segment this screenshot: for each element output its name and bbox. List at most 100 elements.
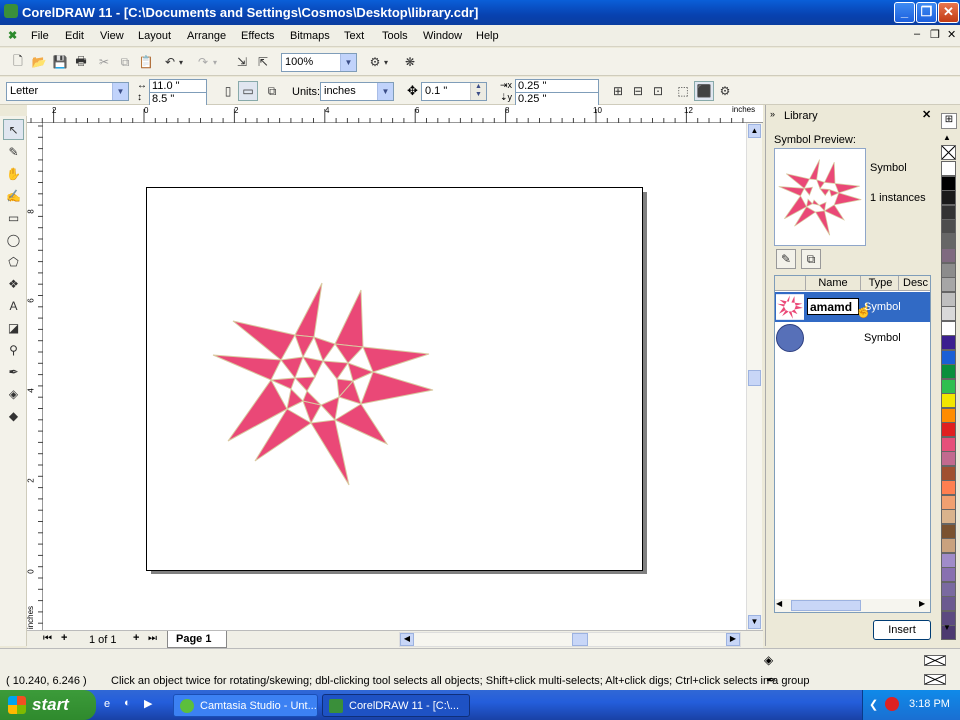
snap-to-objects-icon[interactable]: ⊡ <box>648 81 668 101</box>
interactive-fill-tool-icon[interactable]: ◆ <box>3 405 24 426</box>
menu-file[interactable]: File <box>31 30 49 42</box>
color-swatch[interactable] <box>941 494 956 510</box>
menu-bitmaps[interactable]: Bitmaps <box>290 30 330 42</box>
color-swatch[interactable] <box>941 233 956 249</box>
print-icon[interactable]: 🖶 <box>71 52 91 72</box>
color-swatch[interactable] <box>941 422 956 437</box>
star-symbol[interactable] <box>203 273 443 493</box>
undo-dropdown-icon[interactable]: ▾ <box>176 52 186 72</box>
color-swatch[interactable] <box>941 204 956 220</box>
color-swatch[interactable] <box>941 320 956 336</box>
scroll-down-icon[interactable]: ▼ <box>748 615 761 629</box>
scroll-thumb[interactable] <box>748 370 761 386</box>
quicklaunch-ie-icon[interactable]: e <box>104 698 110 710</box>
color-swatch[interactable] <box>941 581 956 597</box>
docker-collapse-icon[interactable]: » <box>770 109 775 119</box>
page-height-input[interactable]: 8.5 " <box>149 92 207 106</box>
hand-tool-icon[interactable]: ✋ <box>3 163 24 184</box>
color-swatch[interactable] <box>941 175 956 191</box>
restore-button[interactable]: ❐ <box>916 2 937 23</box>
coreldraw-app-icon[interactable] <box>4 4 18 18</box>
units-select[interactable]: inches ▼ <box>320 82 394 101</box>
last-page-icon[interactable]: ⏭ <box>148 633 157 644</box>
portrait-icon[interactable]: ▯ <box>218 81 238 101</box>
list-scrollbar[interactable]: ◀ ▶ <box>775 599 930 612</box>
duplicate-x-input[interactable]: 0.25 " <box>515 79 599 93</box>
color-swatch[interactable] <box>941 277 956 292</box>
export-icon[interactable]: ⇱ <box>253 52 273 72</box>
color-swatch[interactable] <box>941 378 956 394</box>
docker-close-icon[interactable]: ✕ <box>922 108 931 121</box>
nudge-offset-input[interactable]: 0.1 " ▲ ▼ <box>421 82 487 101</box>
quicklaunch-media-icon[interactable]: ▶ <box>144 697 152 710</box>
eyedropper-tool-icon[interactable]: ⚲ <box>3 339 24 360</box>
freehand-tool-icon[interactable]: ✍ <box>3 185 24 206</box>
paste-icon[interactable]: 📋 <box>136 52 156 72</box>
color-swatch[interactable] <box>941 538 956 553</box>
shape-tool-icon[interactable]: ✎ <box>3 141 24 162</box>
menu-layout[interactable]: Layout <box>138 30 171 42</box>
import-icon[interactable]: ⇲ <box>232 52 252 72</box>
palette-scroll-down-icon[interactable]: ▼ <box>943 623 951 632</box>
landscape-icon[interactable]: ▭ <box>238 81 258 101</box>
list-item[interactable]: Symbol <box>775 323 930 353</box>
add-page-before-icon[interactable]: + <box>61 632 67 644</box>
doc-minimize-icon[interactable]: – <box>914 28 920 40</box>
start-button[interactable]: start <box>0 690 96 720</box>
new-icon[interactable]: 🗋 <box>8 52 28 72</box>
quicklaunch-desktop-icon[interactable]: ◐ <box>124 697 131 709</box>
color-swatch[interactable] <box>941 306 956 321</box>
color-swatch[interactable] <box>941 190 956 205</box>
menu-edit[interactable]: Edit <box>65 30 84 42</box>
color-swatch[interactable] <box>941 596 956 611</box>
fill-indicator-icon[interactable]: ◈ <box>764 653 773 667</box>
doc-restore-icon[interactable]: ❐ <box>930 28 940 41</box>
page-width-input[interactable]: 11.0 " <box>149 79 207 93</box>
document-icon[interactable]: ✖ <box>8 29 17 42</box>
no-fill-swatch[interactable] <box>941 145 956 160</box>
column-type[interactable]: Type <box>863 276 899 291</box>
column-name[interactable]: Name <box>805 276 861 291</box>
color-swatch[interactable] <box>941 523 956 539</box>
menu-tools[interactable]: Tools <box>382 30 408 42</box>
first-page-icon[interactable]: ⏮ <box>43 633 52 644</box>
minimize-button[interactable]: _ <box>894 2 915 23</box>
scroll-left-icon[interactable]: ◀ <box>776 599 782 608</box>
color-swatch[interactable] <box>941 248 956 263</box>
color-swatch[interactable] <box>941 349 956 365</box>
tab-page-1[interactable]: Page 1 <box>167 631 227 648</box>
insert-button[interactable]: Insert <box>873 620 931 640</box>
horizontal-ruler[interactable]: 2 0 2 4 6 8 10 12 inches <box>27 105 763 123</box>
horizontal-scrollbar[interactable]: ◀ ▶ <box>399 632 741 647</box>
scroll-right-icon[interactable]: ▶ <box>726 633 740 646</box>
color-swatch[interactable] <box>941 393 956 408</box>
drawing-canvas[interactable] <box>43 123 746 630</box>
task-camtasia[interactable]: Camtasia Studio - Unt... <box>173 694 318 717</box>
edit-symbol-icon[interactable]: ✎ <box>776 249 796 269</box>
menu-text[interactable]: Text <box>344 30 364 42</box>
color-swatch[interactable] <box>941 451 956 466</box>
launcher-dropdown-icon[interactable]: ▾ <box>381 52 391 72</box>
scroll-up-icon[interactable]: ▲ <box>748 124 761 138</box>
apply-all-pages-icon[interactable]: ⧉ <box>262 81 282 101</box>
color-swatch[interactable] <box>941 335 956 350</box>
color-swatch[interactable] <box>941 364 956 379</box>
color-swatch[interactable] <box>941 161 956 176</box>
menu-arrange[interactable]: Arrange <box>187 30 226 42</box>
menu-effects[interactable]: Effects <box>241 30 274 42</box>
palette-options-icon[interactable]: ⊞ <box>941 113 957 129</box>
interactive-tool-icon[interactable]: ◪ <box>3 317 24 338</box>
symbol-name-edit[interactable]: amamd <box>807 298 859 315</box>
text-tool-icon[interactable]: A <box>3 295 24 316</box>
color-swatch[interactable] <box>941 262 956 278</box>
color-swatch[interactable] <box>941 509 956 524</box>
vertical-ruler[interactable]: 8 6 4 2 0 inches <box>26 123 43 630</box>
treat-as-filled-icon[interactable]: ⬚ <box>673 81 693 101</box>
menu-view[interactable]: View <box>100 30 124 42</box>
color-swatch[interactable] <box>941 552 956 568</box>
save-icon[interactable]: 💾 <box>50 52 70 72</box>
outline-tool-icon[interactable]: ✒ <box>3 361 24 382</box>
duplicate-y-input[interactable]: 0.25 " <box>515 92 599 106</box>
outline-indicator-icon[interactable]: ✒ <box>766 673 776 687</box>
snap-to-grid-icon[interactable]: ⊞ <box>608 81 628 101</box>
